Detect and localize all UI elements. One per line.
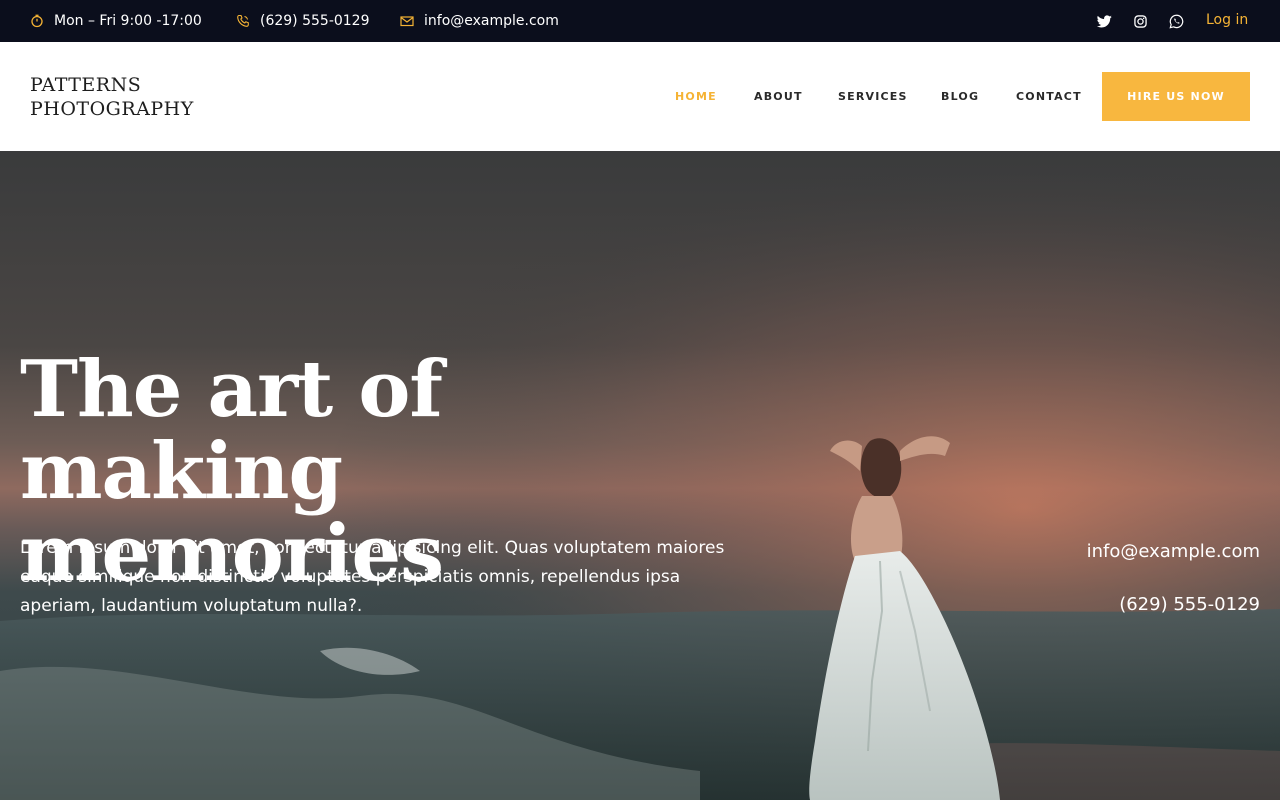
business-hours: Mon – Fri 9:00 -17:00 bbox=[30, 0, 202, 42]
instagram-icon[interactable] bbox=[1132, 13, 1148, 29]
nav-home[interactable]: HOME bbox=[675, 42, 717, 151]
hero-phone-link[interactable]: (629) 555-0129 bbox=[1119, 594, 1260, 615]
hero-description: Lorem ipsum dolor sit amet, consectetur … bbox=[20, 538, 725, 616]
nav-contact[interactable]: CONTACT bbox=[1016, 42, 1082, 151]
mail-icon bbox=[400, 14, 414, 28]
login-link[interactable]: Log in bbox=[1206, 0, 1248, 40]
hero-title-line-1: The art of making bbox=[20, 344, 443, 517]
whatsapp-icon[interactable] bbox=[1168, 13, 1184, 29]
hero-email-link[interactable]: info@example.com bbox=[1087, 541, 1260, 562]
nav-blog[interactable]: BLOG bbox=[941, 42, 979, 151]
nav-about[interactable]: ABOUT bbox=[754, 42, 803, 151]
topbar-email-text: info@example.com bbox=[424, 13, 559, 29]
business-hours-text: Mon – Fri 9:00 -17:00 bbox=[54, 13, 202, 29]
clock-icon bbox=[30, 14, 44, 28]
topbar-phone-text: (629) 555-0129 bbox=[260, 13, 370, 29]
site-header: PATTERNS PHOTOGRAPHY HOME ABOUT SERVICES… bbox=[0, 42, 1280, 151]
topbar-phone[interactable]: (629) 555-0129 bbox=[236, 0, 370, 42]
hero-section: The art of making memories Lorem ipsum d… bbox=[0, 151, 1280, 800]
site-logo[interactable]: PATTERNS PHOTOGRAPHY bbox=[30, 73, 230, 121]
twitter-icon[interactable] bbox=[1096, 13, 1112, 29]
hire-us-button[interactable]: HIRE US NOW bbox=[1102, 72, 1250, 121]
logo-line-1: PATTERNS bbox=[30, 74, 142, 96]
topbar-email[interactable]: info@example.com bbox=[400, 0, 559, 42]
top-bar: Mon – Fri 9:00 -17:00 (629) 555-0129 inf… bbox=[0, 0, 1280, 42]
nav-services[interactable]: SERVICES bbox=[838, 42, 908, 151]
phone-icon bbox=[236, 14, 250, 28]
logo-line-2: PHOTOGRAPHY bbox=[30, 98, 194, 120]
